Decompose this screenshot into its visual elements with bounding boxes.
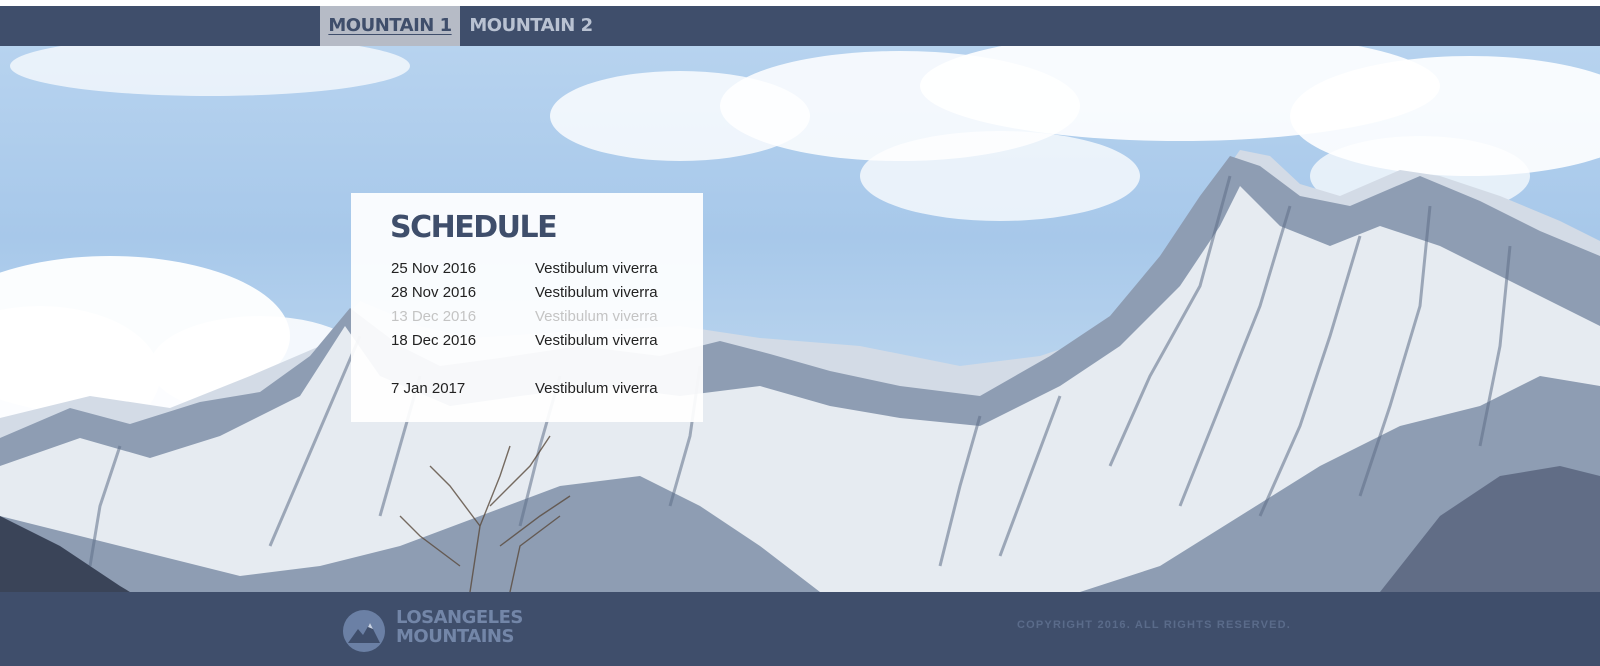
- schedule-row: 25 Nov 2016 Vestibulum viverra: [391, 260, 681, 282]
- schedule-event: Vestibulum viverra: [535, 380, 658, 397]
- mountain-logo-icon[interactable]: [342, 609, 386, 653]
- footer: LOSANGELES MOUNTAINS COPYRIGHT 2016. ALL…: [0, 592, 1600, 666]
- mountain-illustration: [0, 46, 1600, 592]
- schedule-date: 28 Nov 2016: [391, 284, 477, 301]
- schedule-event: Vestibulum viverra: [535, 332, 658, 349]
- schedule-row: 28 Nov 2016 Vestibulum viverra: [391, 284, 681, 306]
- tab-mountain-2[interactable]: MOUNTAIN 2: [460, 6, 602, 46]
- schedule-event: Vestibulum viverra: [535, 260, 658, 277]
- schedule-row: 13 Dec 2016 Vestibulum viverra: [391, 308, 681, 330]
- logo-line-2: MOUNTAINS: [396, 626, 514, 647]
- schedule-date: 13 Dec 2016: [391, 308, 477, 325]
- schedule-title: SCHEDULE: [390, 210, 558, 245]
- schedule-event: Vestibulum viverra: [535, 284, 658, 301]
- logo-line-1: LOSANGELES: [396, 607, 523, 628]
- top-navbar: MOUNTAIN 1 MOUNTAIN 2: [0, 6, 1600, 46]
- copyright-text: COPYRIGHT 2016. ALL RIGHTS RESERVED.: [1017, 619, 1292, 631]
- schedule-date: 7 Jan 2017: [391, 380, 466, 397]
- schedule-row: 18 Dec 2016 Vestibulum viverra: [391, 332, 681, 354]
- schedule-card: SCHEDULE 25 Nov 2016 Vestibulum viverra …: [351, 193, 703, 422]
- tab-mountain-2-label[interactable]: MOUNTAIN 2: [469, 15, 593, 36]
- tab-mountain-1-label[interactable]: MOUNTAIN 1: [328, 15, 452, 36]
- schedule-date: 18 Dec 2016: [391, 332, 477, 349]
- tab-mountain-1[interactable]: MOUNTAIN 1: [320, 6, 460, 46]
- schedule-event: Vestibulum viverra: [535, 308, 658, 325]
- logo-text[interactable]: LOSANGELES MOUNTAINS: [396, 608, 523, 646]
- schedule-row: 7 Jan 2017 Vestibulum viverra: [391, 380, 681, 402]
- hero-mountain-image: SCHEDULE 25 Nov 2016 Vestibulum viverra …: [0, 46, 1600, 592]
- schedule-date: 25 Nov 2016: [391, 260, 477, 277]
